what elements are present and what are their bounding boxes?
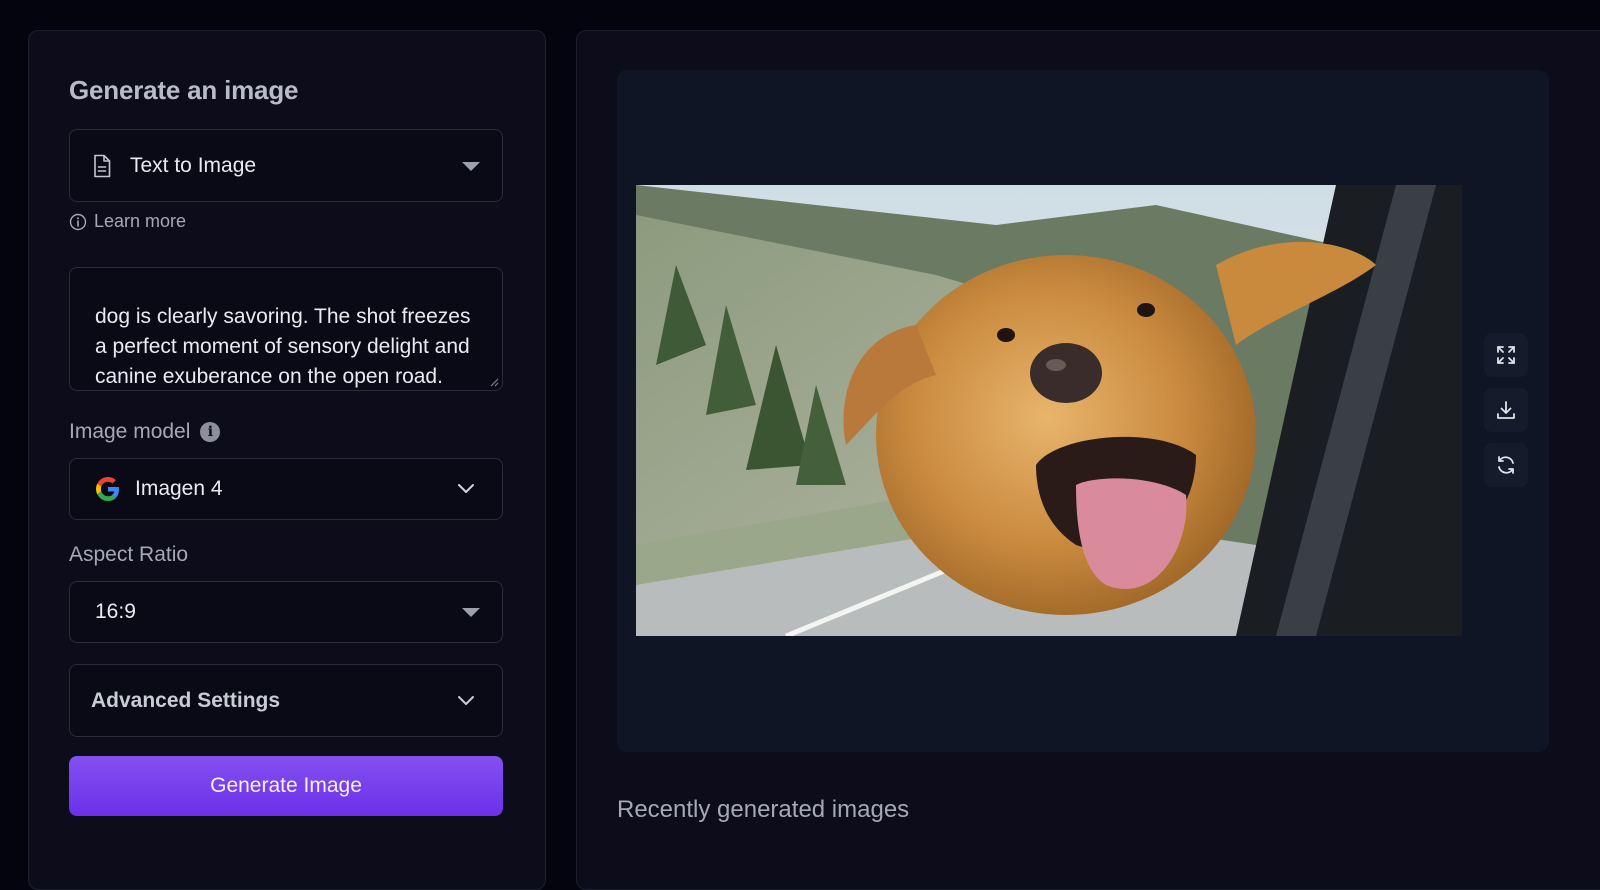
caret-down-icon	[462, 608, 480, 617]
generated-image[interactable]	[636, 185, 1462, 636]
aspect-ratio-select[interactable]: 16:9	[69, 581, 503, 643]
advanced-settings-toggle[interactable]: Advanced Settings	[69, 664, 503, 737]
regenerate-button[interactable]	[1484, 443, 1528, 487]
prompt-text: dog is clearly savoring. The shot freeze…	[95, 305, 471, 388]
caret-down-icon	[462, 161, 480, 171]
info-icon[interactable]: i	[200, 422, 221, 442]
learn-more-link[interactable]: Learn more	[69, 211, 186, 232]
advanced-settings-label: Advanced Settings	[91, 688, 281, 712]
expand-button[interactable]	[1484, 333, 1528, 377]
aspect-ratio-label: Aspect Ratio	[69, 543, 189, 566]
learn-more-label: Learn more	[94, 211, 187, 231]
expand-icon	[1497, 346, 1515, 364]
prompt-textarea[interactable]: dog is clearly savoring. The shot freeze…	[69, 267, 503, 391]
generate-image-button[interactable]: Generate Image	[69, 756, 503, 816]
image-model-value: Imagen 4	[135, 477, 223, 500]
google-g-icon	[96, 477, 120, 501]
mode-select[interactable]: Text to Image	[69, 129, 503, 202]
download-button[interactable]	[1484, 388, 1528, 432]
aspect-ratio-value: 16:9	[95, 600, 136, 623]
image-model-select[interactable]: Imagen 4	[69, 458, 503, 520]
image-model-label: Image model i	[69, 420, 221, 444]
regenerate-icon	[1498, 456, 1514, 474]
panel-title: Generate an image	[69, 75, 299, 105]
mode-select-value: Text to Image	[130, 153, 257, 177]
info-circle-icon	[69, 213, 87, 230]
chevron-down-icon	[458, 484, 474, 493]
document-icon	[94, 154, 111, 177]
image-model-label-text: Image model	[69, 420, 191, 443]
recent-images-title: Recently generated images	[617, 796, 910, 823]
chevron-down-icon	[458, 695, 474, 705]
generate-panel: Generate an image Text to Image Learn mo…	[28, 30, 546, 890]
resize-handle-icon[interactable]	[489, 377, 499, 387]
download-icon	[1497, 401, 1515, 419]
